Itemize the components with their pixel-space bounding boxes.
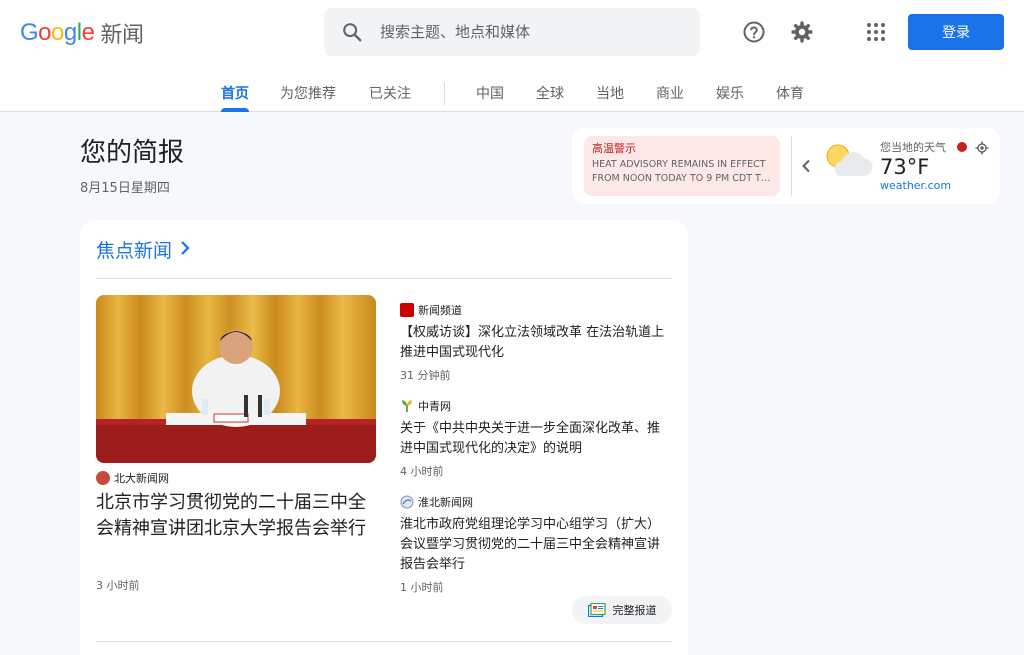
search-input[interactable] <box>380 23 670 41</box>
tab-sports[interactable]: 体育 <box>776 80 804 112</box>
active-tab-indicator <box>221 108 249 112</box>
alert-warning-icon <box>957 142 967 152</box>
tab-label: 体育 <box>776 86 804 102</box>
alert-text-line: HEAT ADVISORY REMAINS IN EFFECT <box>592 159 766 170</box>
hero-story-image[interactable] <box>96 295 376 463</box>
logo-letter: e <box>81 19 95 46</box>
alert-title: 高温警示 <box>592 142 636 155</box>
help-icon[interactable] <box>738 16 770 48</box>
tab-label: 商业 <box>656 86 684 102</box>
logo-letter: o <box>38 19 52 46</box>
tab-divider <box>444 83 445 105</box>
product-name: 新闻 <box>100 23 144 48</box>
section-divider <box>96 278 672 279</box>
search-icon[interactable] <box>324 21 380 43</box>
tab-label: 娱乐 <box>716 86 744 102</box>
source-logo-icon <box>400 399 414 413</box>
story-time: 4 小时前 <box>400 465 444 478</box>
tab-business[interactable]: 商业 <box>656 80 684 112</box>
story-title[interactable]: 淮北市政府党组理论学习中心组学习（扩大）会议暨学习贯彻党的二十届三中全会精神宣讲… <box>400 515 672 575</box>
logo-letter: g <box>63 19 77 46</box>
source-logo-icon <box>400 495 414 509</box>
my-location-icon[interactable] <box>975 140 989 155</box>
top-stories-heading[interactable]: 焦点新闻 <box>96 236 190 263</box>
tab-label: 全球 <box>536 86 564 102</box>
alert-text-line: FROM NOON TODAY TO 9 PM CDT THI... <box>592 173 772 184</box>
temperature: 73°F <box>880 155 930 179</box>
weather-location-label: 您当地的天气 <box>880 141 946 154</box>
story-title[interactable]: 关于《中共中央关于进一步全面深化改革、推进中国式现代化的决定》的说明 <box>400 419 672 459</box>
weather-divider <box>791 136 792 196</box>
chevron-right-icon <box>180 239 190 261</box>
story-time: 1 小时前 <box>400 581 444 594</box>
section-tabs: 首页 为您推荐 已关注 中国 全球 当地 商业 娱乐 体育 <box>0 80 1024 112</box>
source-name: 中青网 <box>418 400 451 413</box>
tab-label: 中国 <box>476 86 504 102</box>
full-coverage-label: 完整报道 <box>612 604 657 617</box>
weather-source-link[interactable]: weather.com <box>880 179 951 192</box>
story-time: 31 分钟前 <box>400 369 451 382</box>
tab-local[interactable]: 当地 <box>596 80 624 112</box>
logo-letter: G <box>20 19 39 46</box>
hero-source[interactable]: 北大新闻网 <box>96 470 169 486</box>
hero-story-title[interactable]: 北京市学习贯彻党的二十届三中全会精神宣讲团北京大学报告会举行 <box>96 490 380 542</box>
story-source[interactable]: 中青网 <box>400 398 451 414</box>
story-title[interactable]: 【权威访谈】深化立法领域改革 在法治轨道上推进中国式现代化 <box>400 323 672 363</box>
apps-grid-icon[interactable] <box>860 16 892 48</box>
tab-world[interactable]: 全球 <box>536 80 564 112</box>
tab-entertainment[interactable]: 娱乐 <box>716 80 744 112</box>
google-news-logo[interactable]: Google 新闻 <box>20 18 144 48</box>
tab-for-you[interactable]: 为您推荐 <box>280 80 336 112</box>
tab-following[interactable]: 已关注 <box>369 80 411 112</box>
chevron-left-icon[interactable] <box>798 156 814 176</box>
settings-gear-icon[interactable] <box>786 16 818 48</box>
logo-letter: o <box>51 19 64 46</box>
source-logo-icon <box>96 471 110 485</box>
search-box[interactable] <box>324 8 700 56</box>
hero-story-time: 3 小时前 <box>96 579 140 592</box>
partly-cloudy-icon <box>822 140 874 180</box>
top-stories-heading-label: 焦点新闻 <box>96 240 173 262</box>
tab-china[interactable]: 中国 <box>476 80 504 112</box>
heat-alert-card[interactable]: 高温警示 HEAT ADVISORY REMAINS IN EFFECT FRO… <box>584 136 780 196</box>
tab-label: 当地 <box>596 86 624 102</box>
tab-label: 首页 <box>221 86 249 102</box>
tab-label: 为您推荐 <box>280 86 336 102</box>
briefing-title: 您的简报 <box>80 138 185 168</box>
section-divider <box>96 641 672 642</box>
full-coverage-icon <box>587 603 606 617</box>
source-name: 北大新闻网 <box>114 472 169 485</box>
tab-label: 已关注 <box>369 86 411 102</box>
source-name: 新闻频道 <box>418 304 462 317</box>
top-stories-card: 焦点新闻 北大新闻网 北京市学习贯彻党的二十届三中全会精神宣讲团北京大学报告会举… <box>80 220 688 655</box>
source-name: 淮北新闻网 <box>418 496 473 509</box>
top-header: Google 新闻 登录 首页 为您推荐 已关注 中国 全球 当地 商业 娱乐 … <box>0 0 1024 112</box>
source-logo-icon <box>400 303 414 317</box>
tab-home[interactable]: 首页 <box>221 80 249 112</box>
login-button[interactable]: 登录 <box>908 14 1004 50</box>
weather-widget: 高温警示 HEAT ADVISORY REMAINS IN EFFECT FRO… <box>572 128 1000 204</box>
story-source[interactable]: 新闻频道 <box>400 302 462 318</box>
story-source[interactable]: 淮北新闻网 <box>400 494 473 510</box>
briefing-date: 8月15日星期四 <box>80 181 170 196</box>
full-coverage-button[interactable]: 完整报道 <box>572 596 672 624</box>
